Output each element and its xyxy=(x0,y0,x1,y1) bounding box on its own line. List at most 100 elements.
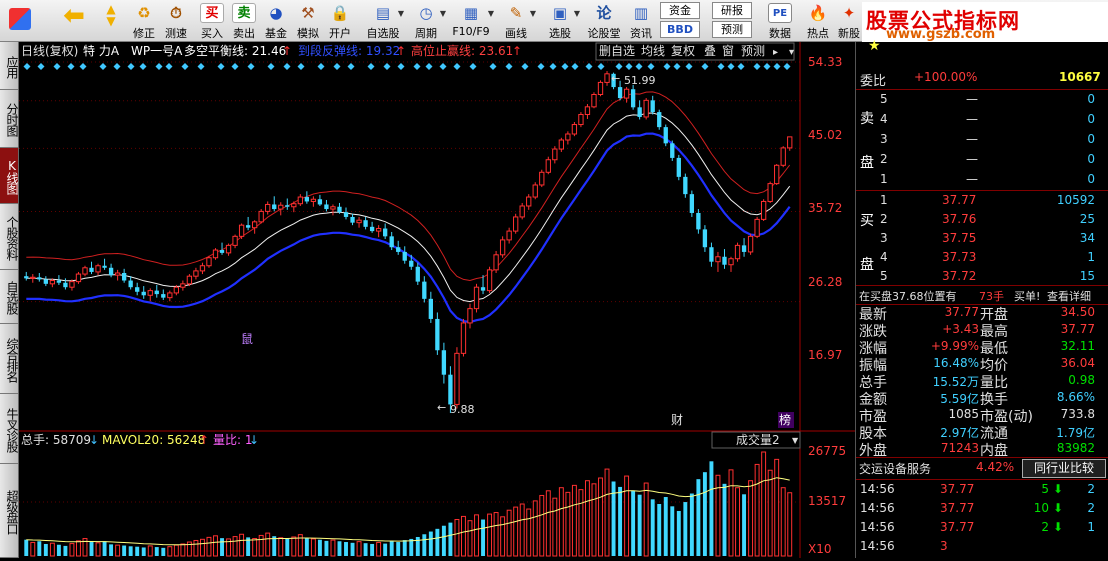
tab-ranking[interactable]: 综合排名 xyxy=(0,324,19,394)
candle-body xyxy=(767,183,773,202)
news-button[interactable]: ▥ 资讯 xyxy=(626,0,656,42)
candle-body xyxy=(552,148,558,161)
candle-body xyxy=(102,265,107,268)
chevron-down-icon[interactable]: ▾ xyxy=(789,47,794,58)
draw-line-button[interactable]: ✎ 画线 ▼ xyxy=(496,0,536,42)
candle-body xyxy=(141,291,146,296)
candle-body xyxy=(734,244,741,260)
candle-body xyxy=(597,81,604,95)
chevron-down-icon[interactable]: ▼ xyxy=(792,436,799,445)
volume-bar xyxy=(754,463,760,557)
capital-button[interactable]: 资金 xyxy=(660,2,700,19)
event-marker-finance[interactable]: 财 xyxy=(671,413,683,427)
buy-price: 37.73 xyxy=(942,250,977,264)
speed-test-button[interactable]: ⏱ 测速 xyxy=(160,0,192,42)
candle-body xyxy=(147,290,153,296)
tab-order-book[interactable]: 超级盘口 xyxy=(0,464,19,558)
stat-value: 36.04 xyxy=(1060,356,1095,370)
volume-bar xyxy=(650,499,655,556)
volume-bar xyxy=(402,540,407,556)
signal-diamond xyxy=(505,63,513,70)
sell-button[interactable]: 卖 卖出 xyxy=(228,0,260,42)
tab-watchlist[interactable]: 自选股 xyxy=(0,270,19,324)
f10-button[interactable]: ▦ F10/F9 ▼ xyxy=(448,0,494,42)
weibi-row: 委比 +100.00% 10667 xyxy=(860,70,1101,89)
fix-button[interactable]: ♻ 修正 xyxy=(128,0,160,42)
volume-bar xyxy=(552,497,558,557)
tab-stock-profile[interactable]: 个股资料 xyxy=(0,204,19,270)
period-icon: ◷ xyxy=(419,4,433,22)
tick-price: 37.77 xyxy=(940,482,975,496)
candle-body xyxy=(317,199,323,205)
adjust-price-button[interactable]: 复权 xyxy=(671,44,695,58)
signal-diamond xyxy=(297,63,305,70)
volume-bar xyxy=(422,534,427,556)
open-account-button[interactable]: 🔒 开户 xyxy=(324,0,356,42)
up-down-button[interactable]: ▲ ▼ xyxy=(96,0,126,42)
volume-bar xyxy=(598,477,603,557)
buy-button[interactable]: 买 买入 xyxy=(196,0,228,42)
f10-icon: ▦ xyxy=(463,4,479,22)
main-toolbar: ⬅ ▲ ▼ ♻ 修正 ⏱ 测速 买 买入 卖 卖出 ◕ 基金 ⚒ 模拟 🔒 开户 … xyxy=(0,0,1108,42)
candle-body xyxy=(441,350,447,375)
hot-button[interactable]: 🔥 热点 xyxy=(802,0,834,42)
volume-up-arrow: ↑ xyxy=(199,433,209,447)
tab-diagnosis[interactable]: 牛叉诊股 xyxy=(0,394,19,464)
volume-bar xyxy=(206,536,212,557)
moving-average-button[interactable]: 均线 xyxy=(641,44,665,58)
signal-diamond xyxy=(489,63,497,70)
stat-value: 1085 xyxy=(948,407,979,421)
tick-price: 37.77 xyxy=(940,501,975,515)
forecast-chart-button[interactable]: 预测 xyxy=(741,44,765,58)
signal-diamond xyxy=(673,63,681,70)
sell-row: 4 — 0 xyxy=(856,110,1108,130)
volume-bar xyxy=(526,508,532,557)
grid-button[interactable] xyxy=(2,0,38,42)
research-button[interactable]: 研报 xyxy=(712,2,752,19)
forecast-button[interactable]: 预测 xyxy=(712,21,752,38)
new-stock-button[interactable]: ✦ 新股 xyxy=(834,0,864,42)
tab-intraday[interactable]: 分时图 xyxy=(0,90,19,148)
event-marker-rat[interactable]: 鼠 xyxy=(241,332,253,346)
signal-diamond xyxy=(753,63,761,70)
watchlist-button[interactable]: ▤ 自选股 ▼ xyxy=(362,0,405,42)
stat-value: 2.97亿 xyxy=(940,426,979,440)
tab-kline[interactable]: K线图 xyxy=(0,148,19,204)
simulate-button[interactable]: ⚒ 模拟 xyxy=(292,0,324,42)
signal-diamond xyxy=(99,63,107,70)
volume-down-arrow: ↓ xyxy=(249,433,259,447)
star-icon[interactable]: ★ xyxy=(868,38,881,54)
event-marker-ranking[interactable]: 榜 xyxy=(779,412,791,427)
volume-bar xyxy=(383,543,388,556)
stock-screen-button[interactable]: ▣ 选股 ▼ xyxy=(540,0,580,42)
chevron-down-icon[interactable]: ▸ xyxy=(773,47,778,58)
overlay-button[interactable]: 叠 xyxy=(704,44,716,58)
volume-bar xyxy=(43,543,48,556)
volume-bar xyxy=(115,544,121,557)
volume-bar xyxy=(76,540,81,557)
pe-icon: PE xyxy=(768,3,792,23)
volume-bar xyxy=(147,545,153,557)
remove-watchlist-button[interactable]: 删自选 xyxy=(599,44,635,58)
data-button[interactable]: PE 数据 xyxy=(760,0,800,42)
kline-chart-area[interactable]: 日线(复权) 特 力A WP一号A 多空平衡线: 21.46 ↑ 到段反弹线: … xyxy=(19,42,855,558)
order-notice-row[interactable]: 在买盘37.68位置有 73手 买单! 查看详细 xyxy=(856,286,1108,305)
signal-diamond xyxy=(413,63,421,70)
candle-body xyxy=(702,229,708,248)
fund-button[interactable]: ◕ 基金 xyxy=(260,0,292,42)
volume-bar xyxy=(272,536,277,556)
window-button[interactable]: 窗 xyxy=(722,44,734,58)
signal-diamond xyxy=(453,63,461,70)
bbd-button[interactable]: BBD xyxy=(660,21,700,38)
volume-bar xyxy=(69,543,75,557)
period-button[interactable]: ◷ 周期 ▼ xyxy=(406,0,446,42)
tab-app[interactable]: 应用 xyxy=(0,42,19,90)
compare-industry-button[interactable]: 同行业比较 xyxy=(1022,459,1106,478)
back-button[interactable]: ⬅ xyxy=(56,0,92,42)
indicator-up-arrow: ↑ xyxy=(512,44,522,58)
volume-bar xyxy=(584,480,590,557)
forum-button[interactable]: 论 论股堂 xyxy=(584,0,624,42)
candle-body xyxy=(128,280,133,288)
price-tick-label: 16.97 xyxy=(808,348,842,362)
kline-chart[interactable]: 日线(复权) 特 力A WP一号A 多空平衡线: 21.46 ↑ 到段反弹线: … xyxy=(19,42,855,558)
